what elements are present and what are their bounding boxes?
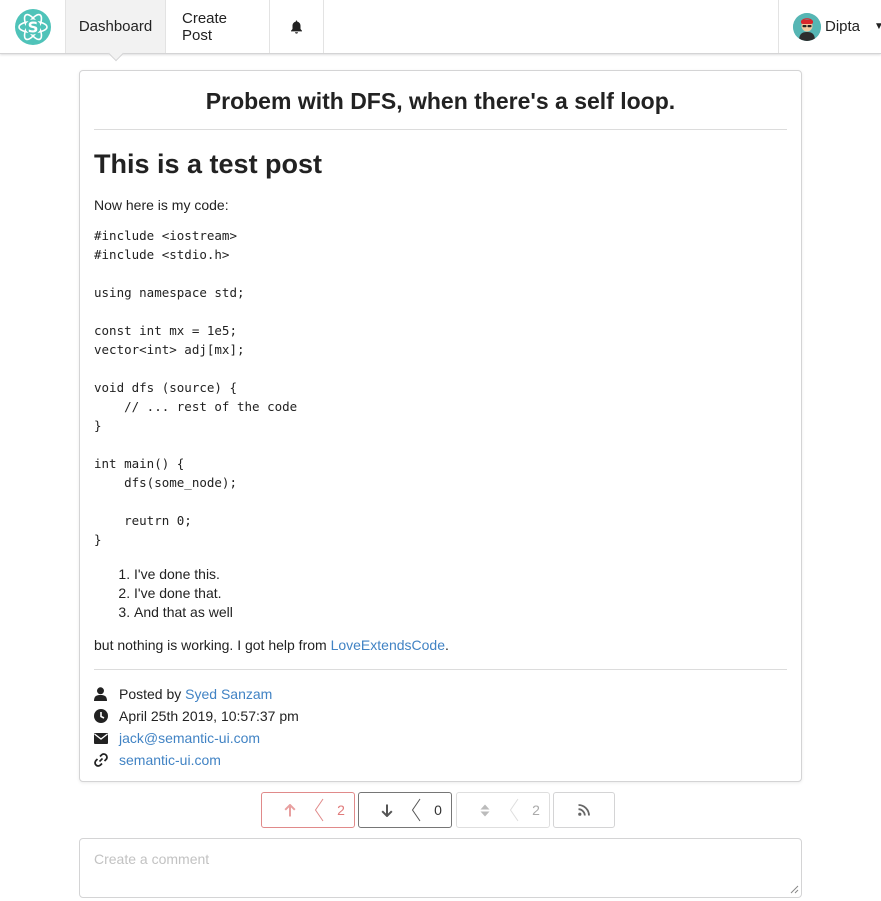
user-name: Dipta [825,18,861,35]
post-list: I've done this. I've done that. And that… [94,565,787,622]
closing-text: but nothing is working. I got help from [94,637,331,653]
meta-divider [94,669,787,670]
nav-dashboard[interactable]: Dashboard [66,0,166,53]
upvote-button[interactable]: 2 [261,792,355,828]
list-item: I've done this. [134,565,787,584]
nav-dashboard-label: Dashboard [78,18,153,35]
code-block: #include <iostream> #include <stdio.h> u… [94,228,298,547]
post-title: Probem with DFS, when there's a self loo… [94,85,787,130]
comment-input[interactable] [79,838,802,898]
nav-create-post-label: Create Post [182,9,228,44]
love-extends-code-link[interactable]: LoveExtendsCode [331,637,445,653]
rss-button[interactable] [553,792,615,828]
downvote-count: 0 [434,802,442,818]
post-content: This is a test post Now here is my code:… [94,146,787,655]
score-count: 2 [532,802,540,818]
resize-grip-icon[interactable] [789,884,799,894]
email-link[interactable]: jack@semantic-ui.com [119,730,260,746]
post-closing: but nothing is working. I got help from … [94,635,787,655]
meta-email-row: jack@semantic-ui.com [94,727,787,749]
svg-text:S: S [27,18,38,36]
list-item: I've done that. [134,584,787,603]
meta-date-row: April 25th 2019, 10:57:37 pm [94,705,787,727]
arrow-down-icon [359,804,415,817]
post-card: Probem with DFS, when there's a self loo… [79,70,802,782]
link-icon [94,753,119,767]
menu-spacer [324,0,778,53]
posted-by-label: Posted by [119,686,186,702]
user-dropdown[interactable]: Dipta ▼ [778,0,881,53]
post-intro: Now here is my code: [94,197,229,213]
arrow-up-icon [262,803,318,817]
caret-down-icon: ▼ [874,21,881,32]
post-date: April 25th 2019, 10:57:37 pm [119,708,299,724]
label-pointer [411,793,425,827]
user-avatar-icon [793,12,821,41]
rss-icon [578,804,590,816]
post-meta: Posted by Syed Sanzam April 25th 2019, 1… [94,683,787,771]
user-icon [94,687,119,701]
downvote-button[interactable]: 0 [358,792,452,828]
website-link[interactable]: semantic-ui.com [119,752,221,768]
upvote-count: 2 [337,802,345,818]
label-pointer [509,793,523,827]
score-button[interactable]: 2 [456,792,550,828]
author-link[interactable]: Syed Sanzam [185,686,272,702]
label-pointer [314,793,328,827]
clock-icon [94,709,119,723]
list-item: And that as well [134,603,787,622]
mail-icon [94,732,119,744]
bell-icon [291,20,302,34]
logo[interactable]: S [0,0,66,53]
react-s-logo-icon: S [14,8,51,45]
post-heading: This is a test post [94,149,323,179]
notifications-button[interactable] [270,0,324,53]
nav-create-post[interactable]: Create Post [166,0,270,53]
closing-end: . [445,637,449,653]
sort-icon [457,804,513,817]
top-menu: S Dashboard Create Post Dipta ▼ [0,0,881,54]
meta-website-row: semantic-ui.com [94,749,787,771]
meta-author-row: Posted by Syed Sanzam [94,683,787,705]
